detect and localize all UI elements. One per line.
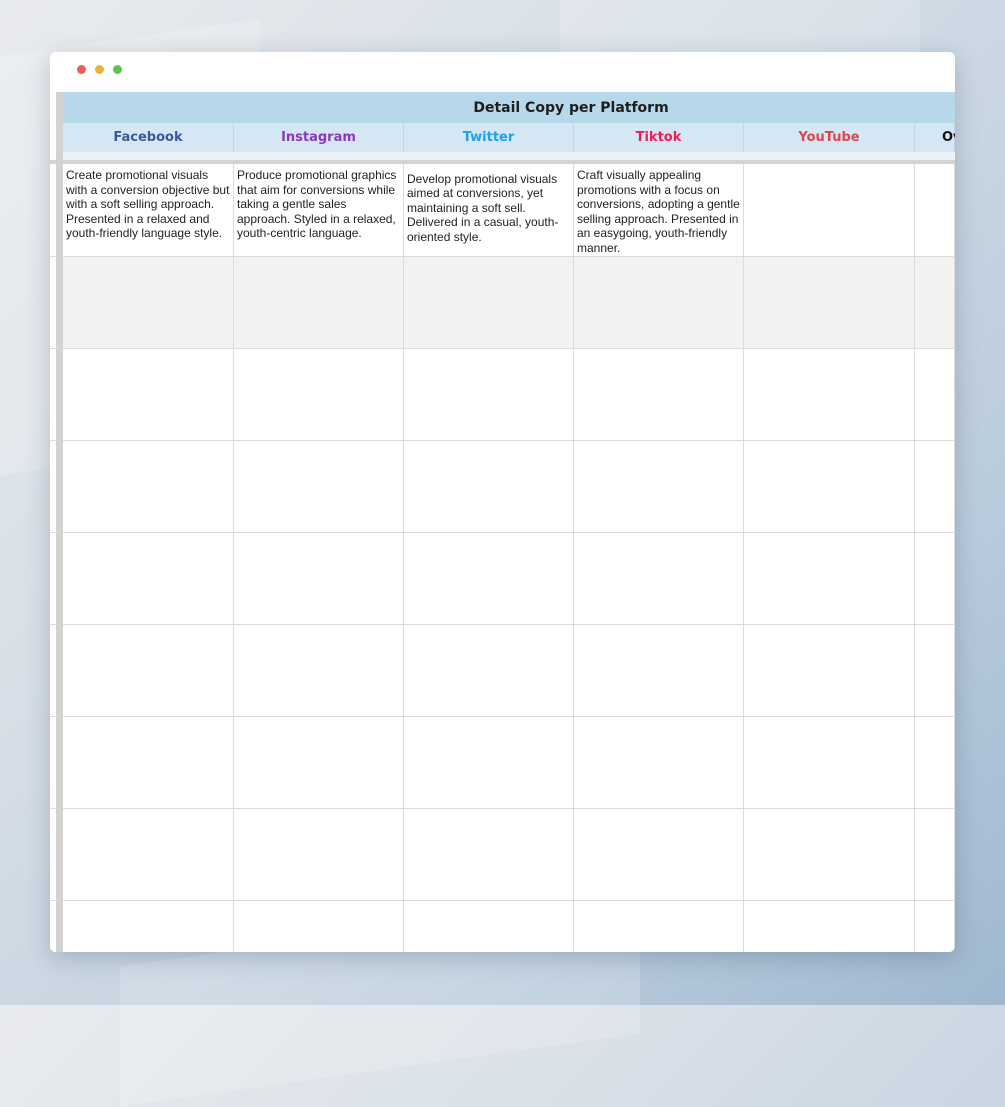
table-cell[interactable]: [915, 809, 955, 900]
table-row: [63, 625, 955, 717]
table-cell[interactable]: [915, 164, 955, 256]
column-headers-row: FacebookInstagramTwitterTiktokYouTubeOv: [63, 123, 955, 152]
table-row: [63, 533, 955, 625]
table-cell[interactable]: [574, 533, 744, 624]
table-cell[interactable]: [404, 625, 574, 716]
column-header-ov[interactable]: Ov: [915, 123, 955, 152]
table-cell[interactable]: [744, 441, 915, 532]
table-cell[interactable]: [915, 533, 955, 624]
table-cell[interactable]: [574, 717, 744, 808]
table-cell[interactable]: [744, 257, 915, 348]
table-cell[interactable]: Produce promotional graphics that aim fo…: [234, 164, 404, 256]
table-cell[interactable]: [234, 901, 404, 952]
maximize-window-button[interactable]: [113, 65, 122, 74]
table-cell[interactable]: Create promotional visuals with a conver…: [63, 164, 234, 256]
table-cell[interactable]: [404, 901, 574, 952]
table-cell[interactable]: [234, 717, 404, 808]
table-cell[interactable]: [404, 349, 574, 440]
table-cell[interactable]: [574, 901, 744, 952]
close-window-button[interactable]: [77, 65, 86, 74]
table-cell[interactable]: [744, 349, 915, 440]
frozen-row-divider[interactable]: [50, 160, 955, 164]
table-cell[interactable]: [574, 809, 744, 900]
table-row: [63, 441, 955, 533]
table-cell[interactable]: [915, 257, 955, 348]
table-cell[interactable]: Develop promotional visuals aimed at con…: [404, 164, 574, 256]
table-cell[interactable]: [915, 441, 955, 532]
table-row: [63, 257, 955, 349]
table-cell[interactable]: [744, 533, 915, 624]
table-cell[interactable]: [915, 625, 955, 716]
table-cell[interactable]: [744, 625, 915, 716]
table-cell[interactable]: [404, 441, 574, 532]
column-header-tiktok[interactable]: Tiktok: [574, 123, 744, 152]
column-header-twitter[interactable]: Twitter: [404, 123, 574, 152]
column-header-youtube[interactable]: YouTube: [744, 123, 915, 152]
table-row: Create promotional visuals with a conver…: [63, 164, 955, 257]
table-cell[interactable]: [63, 717, 234, 808]
table-cell[interactable]: Craft visually appealing promotions with…: [574, 164, 744, 256]
table-cell[interactable]: [63, 533, 234, 624]
table-cell[interactable]: [574, 257, 744, 348]
table-cell[interactable]: [63, 257, 234, 348]
app-window: Detail Copy per Platform Facebook Instagr…: [50, 52, 955, 952]
column-header-instagram[interactable]: Instagram: [234, 123, 404, 152]
table-cell[interactable]: [744, 809, 915, 900]
banner-title: Detail Copy per Platform: [473, 99, 669, 116]
table-cell[interactable]: [234, 441, 404, 532]
table-cell[interactable]: [915, 717, 955, 808]
table-cell[interactable]: [744, 901, 915, 952]
table-cell[interactable]: [915, 349, 955, 440]
table-cell[interactable]: [574, 349, 744, 440]
table-cell[interactable]: [234, 809, 404, 900]
frozen-column-divider[interactable]: [56, 92, 63, 952]
table-row: [63, 717, 955, 809]
window-titlebar: [50, 52, 955, 92]
table-cell[interactable]: [63, 625, 234, 716]
spreadsheet: Detail Copy per Platform Facebook Instagr…: [50, 92, 955, 952]
table-cell[interactable]: [234, 625, 404, 716]
table-cell[interactable]: [744, 717, 915, 808]
table-cell[interactable]: [63, 441, 234, 532]
table-cell[interactable]: [744, 164, 915, 256]
column-header-facebook[interactable]: Facebook: [63, 123, 234, 152]
table-cell[interactable]: [915, 901, 955, 952]
table-cell[interactable]: [404, 257, 574, 348]
table-cell[interactable]: [574, 625, 744, 716]
merged-header-cell[interactable]: Detail Copy per Platform: [63, 92, 955, 124]
table-cell[interactable]: [234, 533, 404, 624]
table-cell[interactable]: [404, 717, 574, 808]
table-row: [63, 901, 955, 952]
table-cell[interactable]: [574, 441, 744, 532]
table-cell[interactable]: [234, 349, 404, 440]
table-row: [63, 809, 955, 901]
table-cell[interactable]: [63, 349, 234, 440]
table-cell[interactable]: [404, 533, 574, 624]
table-cell[interactable]: [234, 257, 404, 348]
table-cell[interactable]: [404, 809, 574, 900]
table-row: [63, 349, 955, 441]
minimize-window-button[interactable]: [95, 65, 104, 74]
table-cell[interactable]: [63, 901, 234, 952]
table-cell[interactable]: [63, 809, 234, 900]
